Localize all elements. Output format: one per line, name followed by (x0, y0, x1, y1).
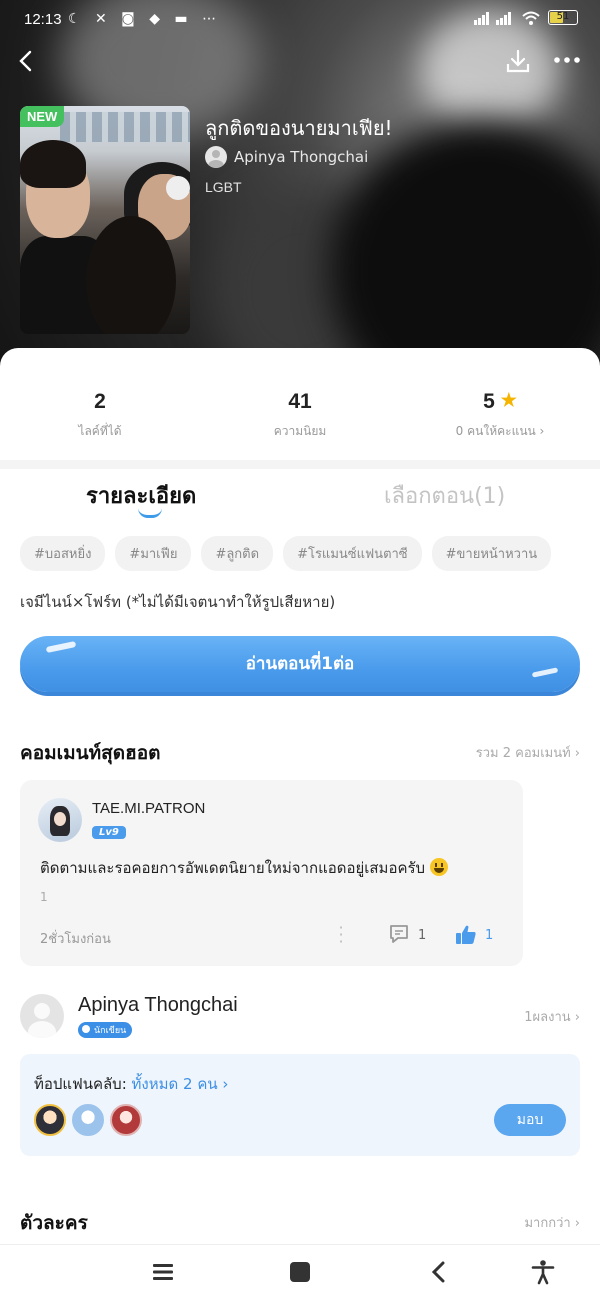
genre-label[interactable]: LGBT (205, 179, 242, 195)
battery-icon: 51 (548, 10, 578, 25)
writer-badge: นักเขียน (78, 1022, 133, 1038)
top-nav (0, 42, 600, 82)
more-dots-icon (554, 57, 580, 63)
tag-chip[interactable]: #ลูกติด (201, 536, 274, 571)
commenter-avatar[interactable] (38, 798, 82, 842)
section-divider (0, 460, 600, 469)
rating-value: 5 (483, 390, 495, 413)
header-author-name: Apinya Thongchai (234, 148, 369, 166)
status-time: 12:13 (24, 11, 62, 28)
author-block[interactable]: Apinya Thongchai นักเขียน 1ผลงาน › (20, 992, 580, 1042)
stat-likes: 2 ไลค์ที่ได้ (0, 390, 200, 441)
fan-avatar[interactable] (72, 1104, 104, 1136)
popularity-label: ความนิยม (273, 424, 327, 438)
header-author[interactable]: Apinya Thongchai (205, 146, 368, 168)
reply-count: 1 (418, 928, 427, 943)
tag-chip[interactable]: #บอสหยิ่ง (20, 536, 106, 571)
status-icons: ☾ ✕ ◙ ◆ ▬ ⋯ (68, 11, 222, 27)
comment-menu-icon[interactable]: · · · (336, 920, 346, 950)
like-count: 1 (485, 928, 494, 943)
rating-label: 0 คนให้คะแนน › (455, 424, 545, 438)
fanclub-all-link[interactable]: ทั้งหมด 2 คน › (132, 1075, 229, 1093)
fan-avatar[interactable] (34, 1104, 66, 1136)
book-description: เจมีไนน์×โฟร์ท (*ไม่ได้มีเจตนาทำให้รูปเส… (20, 593, 336, 611)
status-bar: 12:13 ☾ ✕ ◙ ◆ ▬ ⋯ 51 (0, 0, 600, 40)
tag-chip[interactable]: #ขายหน้าหวาน (431, 536, 552, 571)
popularity-count: 41 (288, 390, 312, 413)
author-works-link[interactable]: 1ผลงาน › (524, 1006, 580, 1027)
smile-emoji-icon (429, 858, 448, 876)
level-badge: Lv9 (92, 826, 126, 839)
thumbs-up-icon[interactable] (454, 923, 478, 947)
reply-icon[interactable] (388, 923, 410, 945)
continue-reading-button[interactable]: อ่านตอนที่1ต่อ (20, 636, 580, 692)
signal-icon (474, 11, 511, 25)
accessibility-icon[interactable] (530, 1259, 556, 1285)
author-avatar[interactable] (20, 994, 64, 1038)
hot-comments-title: คอมเมนท์สุดฮอต (20, 742, 161, 764)
likes-label: ไลค์ที่ได้ (78, 424, 122, 438)
system-nav-bar (0, 1244, 600, 1300)
star-icon: ★ (500, 390, 517, 410)
stat-popularity: 41 ความนิยม (200, 390, 400, 441)
author-name[interactable]: Apinya Thongchai (78, 994, 238, 1017)
battery-level: 51 (556, 11, 570, 22)
stat-rating[interactable]: 5 ★ 0 คนให้คะแนน › (400, 390, 600, 441)
fanclub-panel: ท็อปแฟนคลับ: ทั้งหมด 2 คน › มอบ (20, 1054, 580, 1156)
more-options-button[interactable] (552, 46, 584, 76)
book-title: ลูกติดของนายมาเฟีย! (205, 116, 393, 140)
chevron-left-icon (19, 50, 32, 72)
book-cover-image (20, 106, 190, 334)
tab-chapters[interactable]: เลือกตอน(1) (384, 478, 505, 513)
download-icon (506, 49, 530, 73)
give-button[interactable]: มอบ (494, 1104, 566, 1136)
likes-count: 2 (94, 390, 106, 413)
download-button[interactable] (504, 48, 532, 76)
stats-row: 2 ไลค์ที่ได้ 41 ความนิยม 5 ★ 0 คนให้คะแน… (0, 372, 600, 452)
comment-text: ติดตามและรอคอยการอัพเดตนิยายใหม่จากแอดอย… (40, 856, 448, 880)
fanclub-label: ท็อปแฟนคลับ: ทั้งหมด 2 คน › (34, 1075, 229, 1093)
all-comments-link[interactable]: รวม 2 คอมเมนท์ › (476, 742, 580, 763)
characters-title: ตัวละคร (20, 1212, 88, 1234)
tag-chip[interactable]: #โรแมนซ์แฟนตาซี (283, 536, 422, 571)
home-square-icon[interactable] (287, 1259, 313, 1285)
comment-card[interactable]: TAE.MI.PATRON Lv9 ติดตามและรอคอยการอัพเด… (20, 780, 523, 966)
continue-reading-label: อ่านตอนที่1ต่อ (245, 654, 355, 674)
tag-list: #บอสหยิ่ง #มาเฟีย #ลูกติด #โรแมนซ์แฟนตาซ… (20, 536, 552, 571)
fan-avatar[interactable] (110, 1104, 142, 1136)
menu-icon[interactable] (150, 1259, 176, 1285)
fanclub-avatars (34, 1104, 142, 1136)
wifi-icon (522, 11, 540, 25)
tag-chip[interactable]: #มาเฟีย (115, 536, 192, 571)
new-badge: NEW (20, 106, 65, 127)
characters-more-link[interactable]: มากกว่า › (524, 1212, 580, 1233)
back-arrow-icon[interactable] (426, 1259, 452, 1285)
comment-index: 1 (40, 890, 48, 904)
comment-time: 2ชั่วโมงก่อน (40, 932, 111, 947)
commenter-name[interactable]: TAE.MI.PATRON (92, 800, 205, 817)
author-avatar-icon (205, 146, 227, 168)
back-button[interactable] (14, 46, 42, 78)
